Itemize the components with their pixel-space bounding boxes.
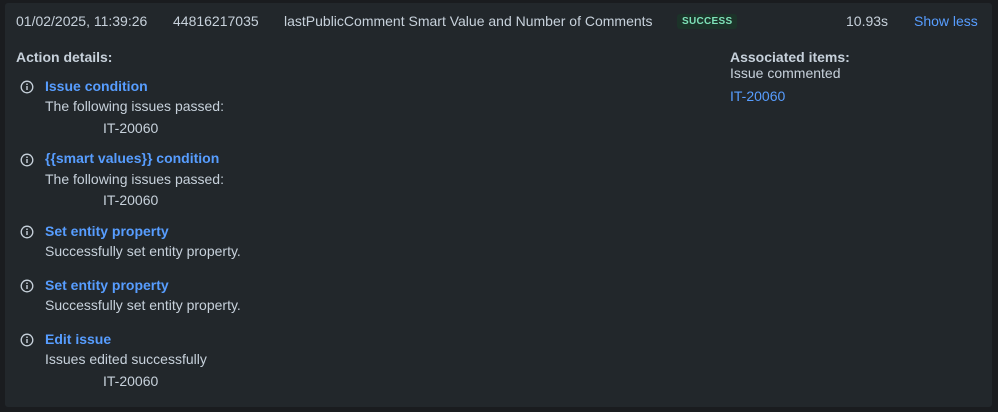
info-icon: [20, 333, 34, 347]
action-title-smart-values-condition[interactable]: {{smart values}} condition: [45, 150, 219, 166]
info-icon: [20, 153, 34, 167]
action-title-issue-condition[interactable]: Issue condition: [45, 78, 148, 94]
audit-log-entry: 01/02/2025, 11:39:26 44816217035 lastPub…: [5, 3, 992, 407]
action-title-edit-issue[interactable]: Edit issue: [45, 331, 111, 347]
audit-log-header-row[interactable]: 01/02/2025, 11:39:26 44816217035 lastPub…: [5, 3, 992, 39]
action-description: The following issues passed:: [45, 171, 224, 187]
info-icon: [20, 80, 34, 94]
action-description: Successfully set entity property.: [45, 297, 241, 313]
execution-date: 01/02/2025, 11:39:26: [16, 13, 148, 29]
show-less-button[interactable]: Show less: [914, 13, 978, 29]
action-issue-key: IT-20060: [103, 192, 159, 208]
action-issue-key: IT-20060: [103, 120, 159, 136]
info-icon: [20, 225, 34, 239]
associated-issue-link[interactable]: IT-20060: [730, 88, 785, 104]
execution-duration: 10.93s: [846, 13, 889, 29]
action-details-heading: Action details:: [16, 49, 113, 65]
action-description: The following issues passed:: [45, 98, 224, 114]
info-icon: [20, 279, 34, 293]
action-title-set-entity-property[interactable]: Set entity property: [45, 223, 169, 239]
action-title-set-entity-property[interactable]: Set entity property: [45, 277, 169, 293]
action-description: Issues edited successfully: [45, 351, 207, 367]
action-description: Successfully set entity property.: [45, 243, 241, 259]
execution-id: 44816217035: [173, 13, 259, 29]
action-issue-key: IT-20060: [103, 373, 159, 389]
associated-items-subheading: Issue commented: [730, 65, 841, 81]
rule-name: lastPublicComment Smart Value and Number…: [284, 13, 653, 29]
status-badge: SUCCESS: [677, 14, 738, 29]
associated-items-heading: Associated items:: [730, 49, 850, 65]
